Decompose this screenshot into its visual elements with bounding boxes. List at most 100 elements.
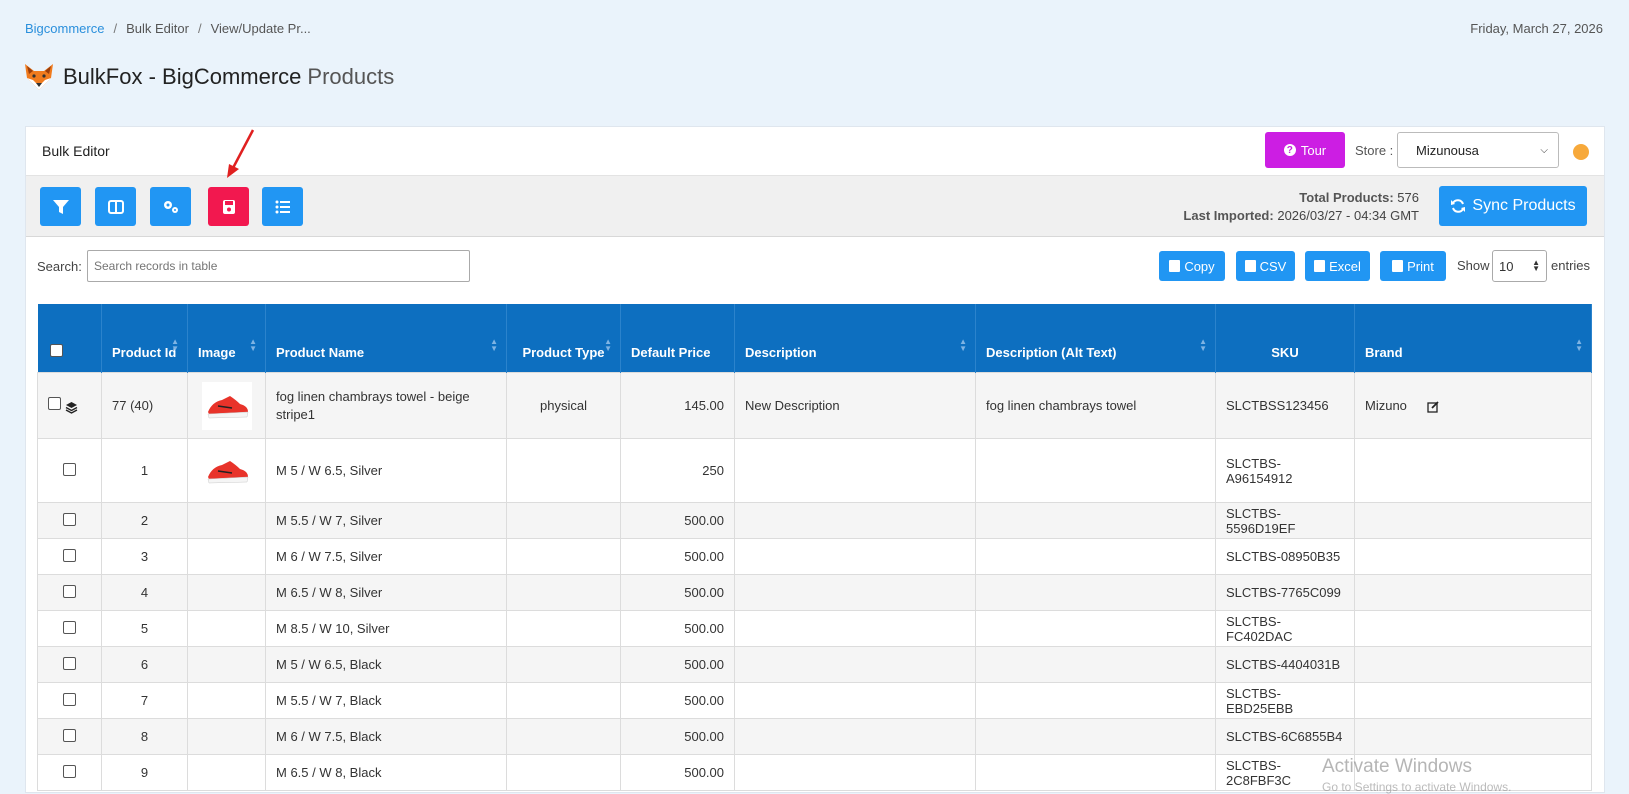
brand-cell[interactable] [1354, 682, 1592, 719]
description-cell[interactable] [734, 574, 976, 611]
sku-cell[interactable]: SLCTBS-4404031B [1215, 646, 1355, 683]
sku-cell[interactable]: SLCTBS-FC402DAC [1215, 610, 1355, 647]
description-alt-cell[interactable] [975, 610, 1216, 647]
description-cell[interactable] [734, 502, 976, 539]
variant-row[interactable]: 5 M 8.5 / W 10, Silver 500.00 SLCTBS-FC4… [37, 610, 1592, 647]
shoe-thumbnail-icon[interactable] [201, 381, 252, 430]
settings-button[interactable] [150, 187, 191, 226]
columns-button[interactable] [95, 187, 136, 226]
tour-button[interactable]: ? Tour [1265, 132, 1345, 168]
product-name-cell[interactable]: M 8.5 / W 10, Silver [265, 610, 507, 647]
edit-icon[interactable] [1427, 400, 1439, 413]
row-checkbox[interactable] [63, 620, 76, 634]
sku-cell[interactable]: SLCTBS-5596D19EF [1215, 502, 1355, 539]
variant-row[interactable]: 2 M 5.5 / W 7, Silver 500.00 SLCTBS-5596… [37, 502, 1592, 539]
row-checkbox[interactable] [63, 764, 76, 778]
column-header-product-name[interactable]: Product Name ▲ ▼ [265, 304, 507, 373]
brand-cell[interactable] [1354, 538, 1592, 575]
description-cell[interactable]: New Description [734, 372, 976, 439]
sku-cell[interactable]: SLCTBS-A96154912 [1215, 438, 1355, 503]
product-type-cell[interactable] [506, 718, 621, 755]
description-alt-cell[interactable] [975, 754, 1216, 791]
row-checkbox[interactable] [63, 584, 76, 598]
product-type-cell[interactable] [506, 610, 621, 647]
row-checkbox[interactable] [63, 462, 76, 476]
variant-row[interactable]: 7 M 5.5 / W 7, Black 500.00 SLCTBS-EBD25… [37, 682, 1592, 719]
product-name-cell[interactable]: M 5.5 / W 7, Silver [265, 502, 507, 539]
copy-button[interactable]: Copy [1159, 251, 1225, 281]
variant-row[interactable]: 6 M 5 / W 6.5, Black 500.00 SLCTBS-44040… [37, 646, 1592, 683]
row-checkbox[interactable] [63, 548, 76, 562]
sku-cell[interactable]: SLCTBS-7765C099 [1215, 574, 1355, 611]
description-alt-cell[interactable] [975, 574, 1216, 611]
description-alt-cell[interactable] [975, 538, 1216, 575]
default-price-cell[interactable]: 500.00 [620, 754, 735, 791]
column-header-image[interactable]: Image ▲ ▼ [187, 304, 266, 373]
product-name-cell[interactable]: M 6 / W 7.5, Silver [265, 538, 507, 575]
sync-products-button[interactable]: Sync Products [1439, 186, 1587, 226]
shoe-thumbnail-icon[interactable] [201, 446, 252, 495]
product-type-cell[interactable] [506, 438, 621, 503]
description-cell[interactable] [734, 718, 976, 755]
description-alt-cell[interactable] [975, 438, 1216, 503]
column-header-sku[interactable]: SKU [1215, 304, 1355, 373]
sku-cell[interactable]: SLCTBSS123456 [1215, 372, 1355, 439]
sku-cell[interactable]: SLCTBS-08950B35 [1215, 538, 1355, 575]
description-cell[interactable] [734, 538, 976, 575]
default-price-cell[interactable]: 500.00 [620, 502, 735, 539]
product-name-cell[interactable]: M 5.5 / W 7, Black [265, 682, 507, 719]
description-alt-cell[interactable]: fog linen chambrays towel [975, 372, 1216, 439]
description-cell[interactable] [734, 438, 976, 503]
variant-row[interactable]: 1 M 5 / W 6.5, Silver 250 SLCTBS-A961549… [37, 438, 1592, 503]
row-checkbox[interactable] [63, 692, 76, 706]
description-alt-cell[interactable] [975, 718, 1216, 755]
brand-cell[interactable] [1354, 574, 1592, 611]
variant-row[interactable]: 4 M 6.5 / W 8, Silver 500.00 SLCTBS-7765… [37, 574, 1592, 611]
column-header-default-price[interactable]: Default Price [620, 304, 735, 373]
store-select[interactable]: Mizunousa ⌵ [1397, 132, 1559, 168]
product-name-cell[interactable]: M 6 / W 7.5, Black [265, 718, 507, 755]
brand-cell[interactable] [1354, 438, 1592, 503]
search-input[interactable] [87, 250, 470, 282]
filter-button[interactable] [40, 187, 81, 226]
product-name-cell[interactable]: M 6.5 / W 8, Black [265, 754, 507, 791]
description-cell[interactable] [734, 754, 976, 791]
brand-cell[interactable]: Mizuno [1354, 372, 1592, 439]
column-header-description[interactable]: Description ▲ ▼ [734, 304, 976, 373]
product-type-cell[interactable]: physical [506, 372, 621, 439]
column-header-product-type[interactable]: Product Type ▲ ▼ [506, 304, 621, 373]
brand-cell[interactable] [1354, 610, 1592, 647]
variant-row[interactable]: 3 M 6 / W 7.5, Silver 500.00 SLCTBS-0895… [37, 538, 1592, 575]
default-price-cell[interactable]: 145.00 [620, 372, 735, 439]
brand-cell[interactable] [1354, 502, 1592, 539]
description-alt-cell[interactable] [975, 502, 1216, 539]
column-header-description-alt[interactable]: Description (Alt Text) ▲ ▼ [975, 304, 1216, 373]
row-checkbox[interactable] [63, 512, 76, 526]
breadcrumb-home-link[interactable]: Bigcommerce [25, 21, 104, 36]
product-type-cell[interactable] [506, 502, 621, 539]
description-alt-cell[interactable] [975, 646, 1216, 683]
product-type-cell[interactable] [506, 538, 621, 575]
default-price-cell[interactable]: 500.00 [620, 538, 735, 575]
save-button[interactable] [208, 187, 249, 226]
list-button[interactable] [262, 187, 303, 226]
excel-button[interactable]: Excel [1305, 251, 1370, 281]
brand-cell[interactable] [1354, 646, 1592, 683]
select-all-checkbox[interactable] [49, 344, 63, 357]
description-cell[interactable] [734, 646, 976, 683]
default-price-cell[interactable]: 500.00 [620, 718, 735, 755]
description-cell[interactable] [734, 610, 976, 647]
entries-per-page-select[interactable]: 10 ▲ ▼ [1492, 250, 1547, 282]
row-checkbox[interactable] [48, 397, 61, 411]
row-checkbox[interactable] [63, 656, 76, 670]
default-price-cell[interactable]: 500.00 [620, 682, 735, 719]
sku-cell[interactable]: SLCTBS-EBD25EBB [1215, 682, 1355, 719]
default-price-cell[interactable]: 500.00 [620, 610, 735, 647]
column-header-brand[interactable]: Brand ▲ ▼ [1354, 304, 1592, 373]
product-name-cell[interactable]: M 6.5 / W 8, Silver [265, 574, 507, 611]
brand-cell[interactable] [1354, 718, 1592, 755]
description-alt-cell[interactable] [975, 682, 1216, 719]
product-name-cell[interactable]: M 5 / W 6.5, Silver [265, 438, 507, 503]
product-type-cell[interactable] [506, 646, 621, 683]
product-name-cell[interactable]: M 5 / W 6.5, Black [265, 646, 507, 683]
